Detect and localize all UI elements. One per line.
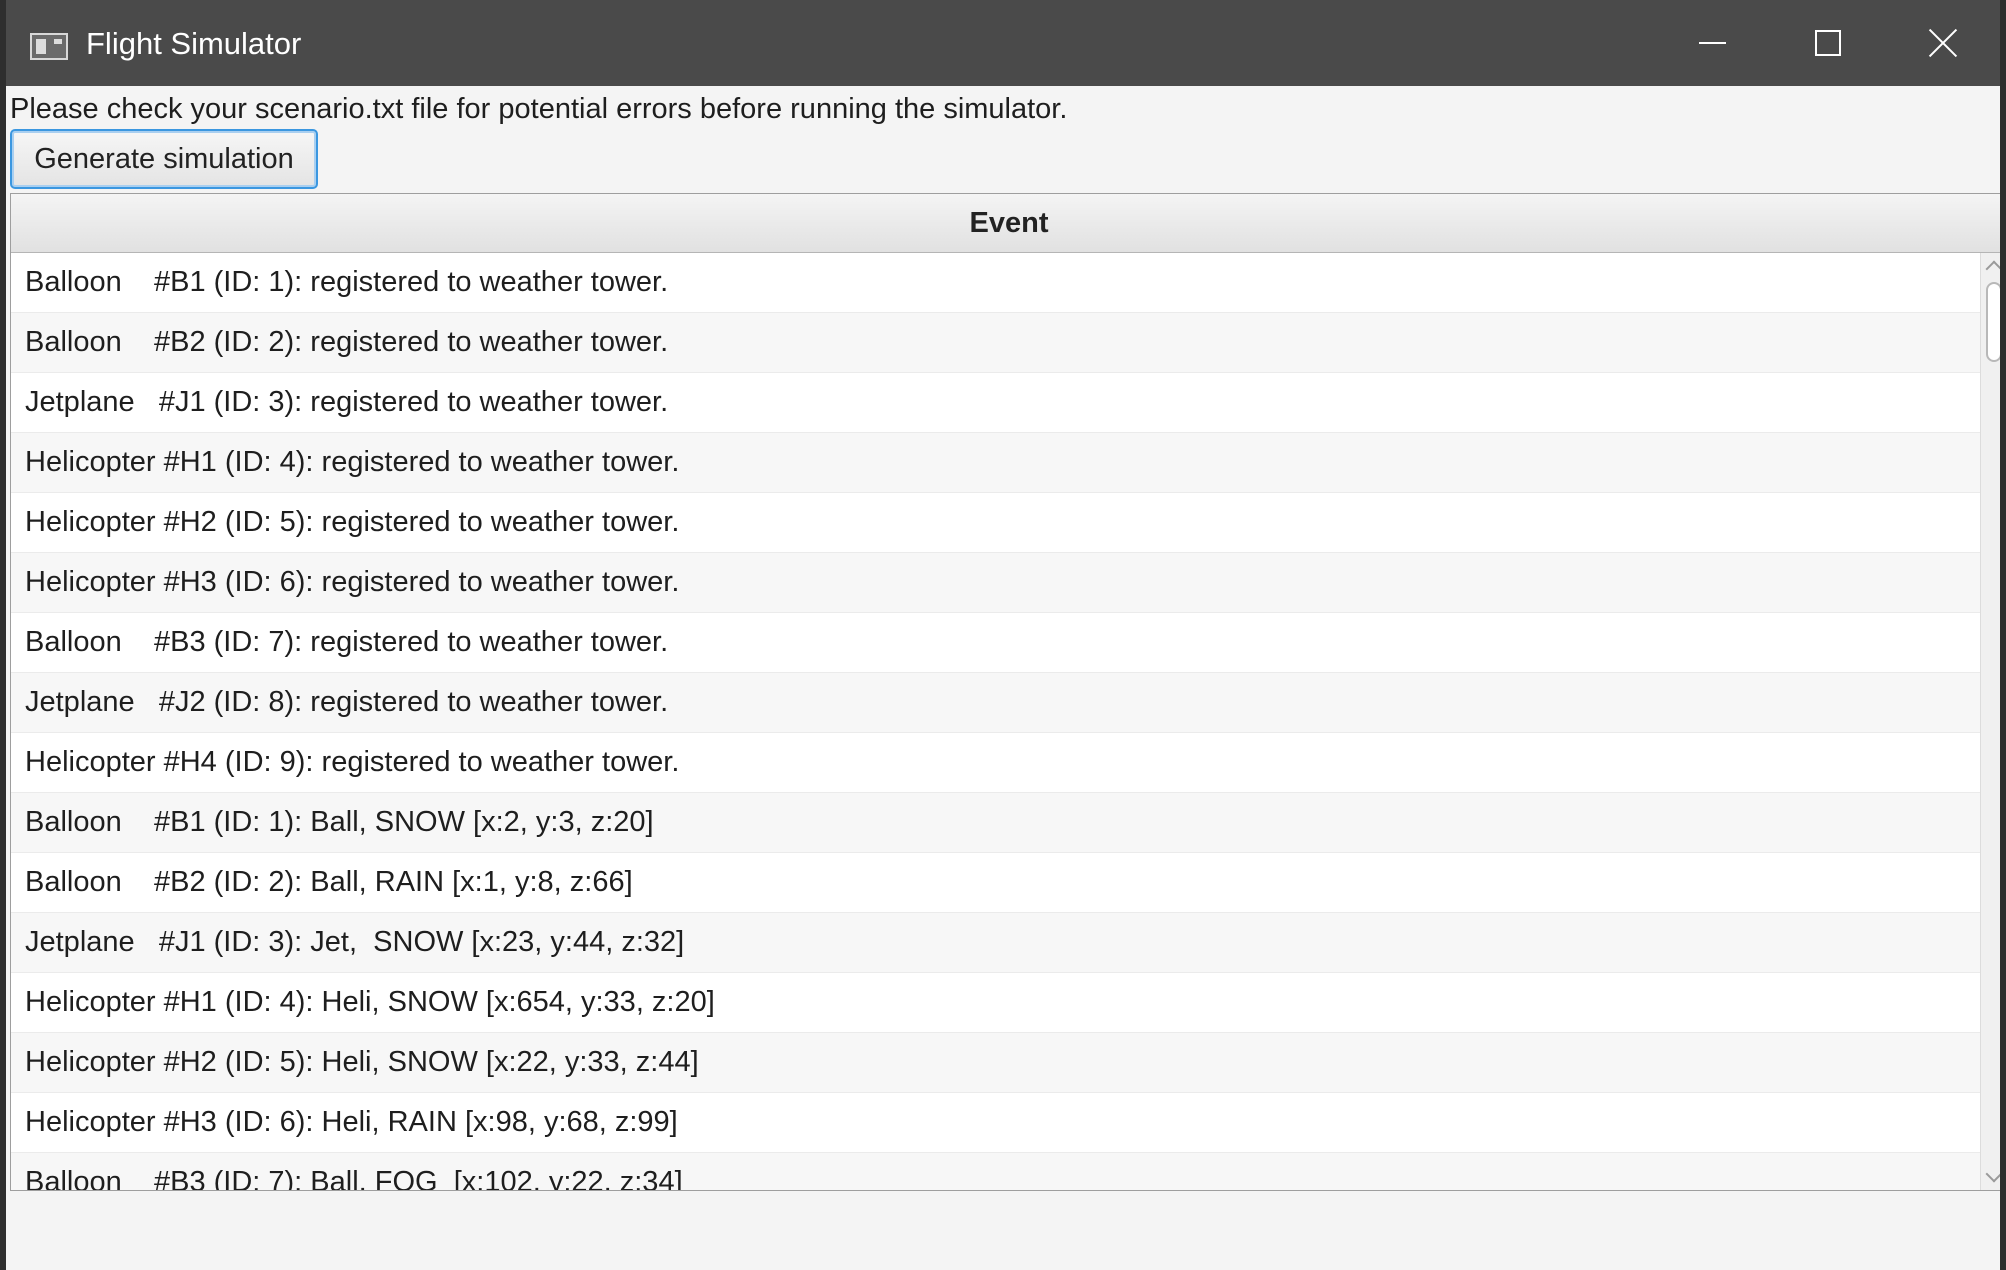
table-row[interactable]: Helicopter #H3 (ID: 6): registered to we… [11, 553, 1981, 613]
table-row[interactable]: Balloon #B1 (ID: 1): Ball, SNOW [x:2, y:… [11, 793, 1981, 853]
column-header-event[interactable]: Event [11, 194, 2000, 252]
table-row[interactable]: Balloon #B3 (ID: 7): registered to weath… [11, 613, 1981, 673]
table-row[interactable]: Helicopter #H1 (ID: 4): Heli, SNOW [x:65… [11, 973, 1981, 1033]
maximize-icon [1814, 30, 1841, 56]
event-table[interactable]: Event Balloon #B1 (ID: 1): registered to… [10, 193, 2000, 1191]
vertical-scrollbar[interactable] [1980, 253, 2000, 1190]
table-row[interactable]: Helicopter #H4 (ID: 9): registered to we… [11, 733, 1981, 793]
chevron-up-icon [1985, 260, 2000, 278]
table-row[interactable]: Helicopter #H2 (ID: 5): registered to we… [11, 493, 1981, 553]
generate-simulation-button[interactable]: Generate simulation [10, 129, 318, 189]
table-row[interactable]: Balloon #B2 (ID: 2): Ball, RAIN [x:1, y:… [11, 853, 1981, 913]
table-body: Balloon #B1 (ID: 1): registered to weath… [11, 253, 1981, 1190]
minimize-icon [1699, 42, 1726, 44]
table-row[interactable]: Jetplane #J2 (ID: 8): registered to weat… [11, 673, 1981, 733]
maximize-button[interactable] [1770, 0, 1885, 86]
title-bar[interactable]: Flight Simulator [6, 0, 2000, 86]
table-row[interactable]: Jetplane #J1 (ID: 3): registered to weat… [11, 373, 1981, 433]
scroll-up-button[interactable] [1981, 253, 2000, 279]
table-row[interactable]: Balloon #B3 (ID: 7): Ball, FOG [x:102, y… [11, 1153, 1981, 1190]
table-row[interactable]: Helicopter #H2 (ID: 5): Heli, SNOW [x:22… [11, 1033, 1981, 1093]
table-header: Event [11, 194, 2000, 253]
close-icon [1928, 28, 1958, 58]
close-button[interactable] [1885, 0, 2000, 86]
window-title: Flight Simulator [86, 26, 302, 61]
table-row[interactable]: Helicopter #H3 (ID: 6): Heli, RAIN [x:98… [11, 1093, 1981, 1153]
minimize-button[interactable] [1655, 0, 1770, 86]
table-row[interactable]: Helicopter #H1 (ID: 4): registered to we… [11, 433, 1981, 493]
flight-simulator-window: Flight Simulator Please check your scena… [0, 0, 2006, 1270]
scroll-thumb[interactable] [1986, 282, 2000, 362]
table-row[interactable]: Balloon #B1 (ID: 1): registered to weath… [11, 253, 1981, 313]
table-row[interactable]: Balloon #B2 (ID: 2): registered to weath… [11, 313, 1981, 373]
info-message: Please check your scenario.txt file for … [10, 93, 1068, 125]
scroll-down-button[interactable] [1981, 1164, 2000, 1190]
app-icon [30, 33, 68, 60]
table-row[interactable]: Jetplane #J1 (ID: 3): Jet, SNOW [x:23, y… [11, 913, 1981, 973]
chevron-down-icon [1985, 1165, 2000, 1183]
